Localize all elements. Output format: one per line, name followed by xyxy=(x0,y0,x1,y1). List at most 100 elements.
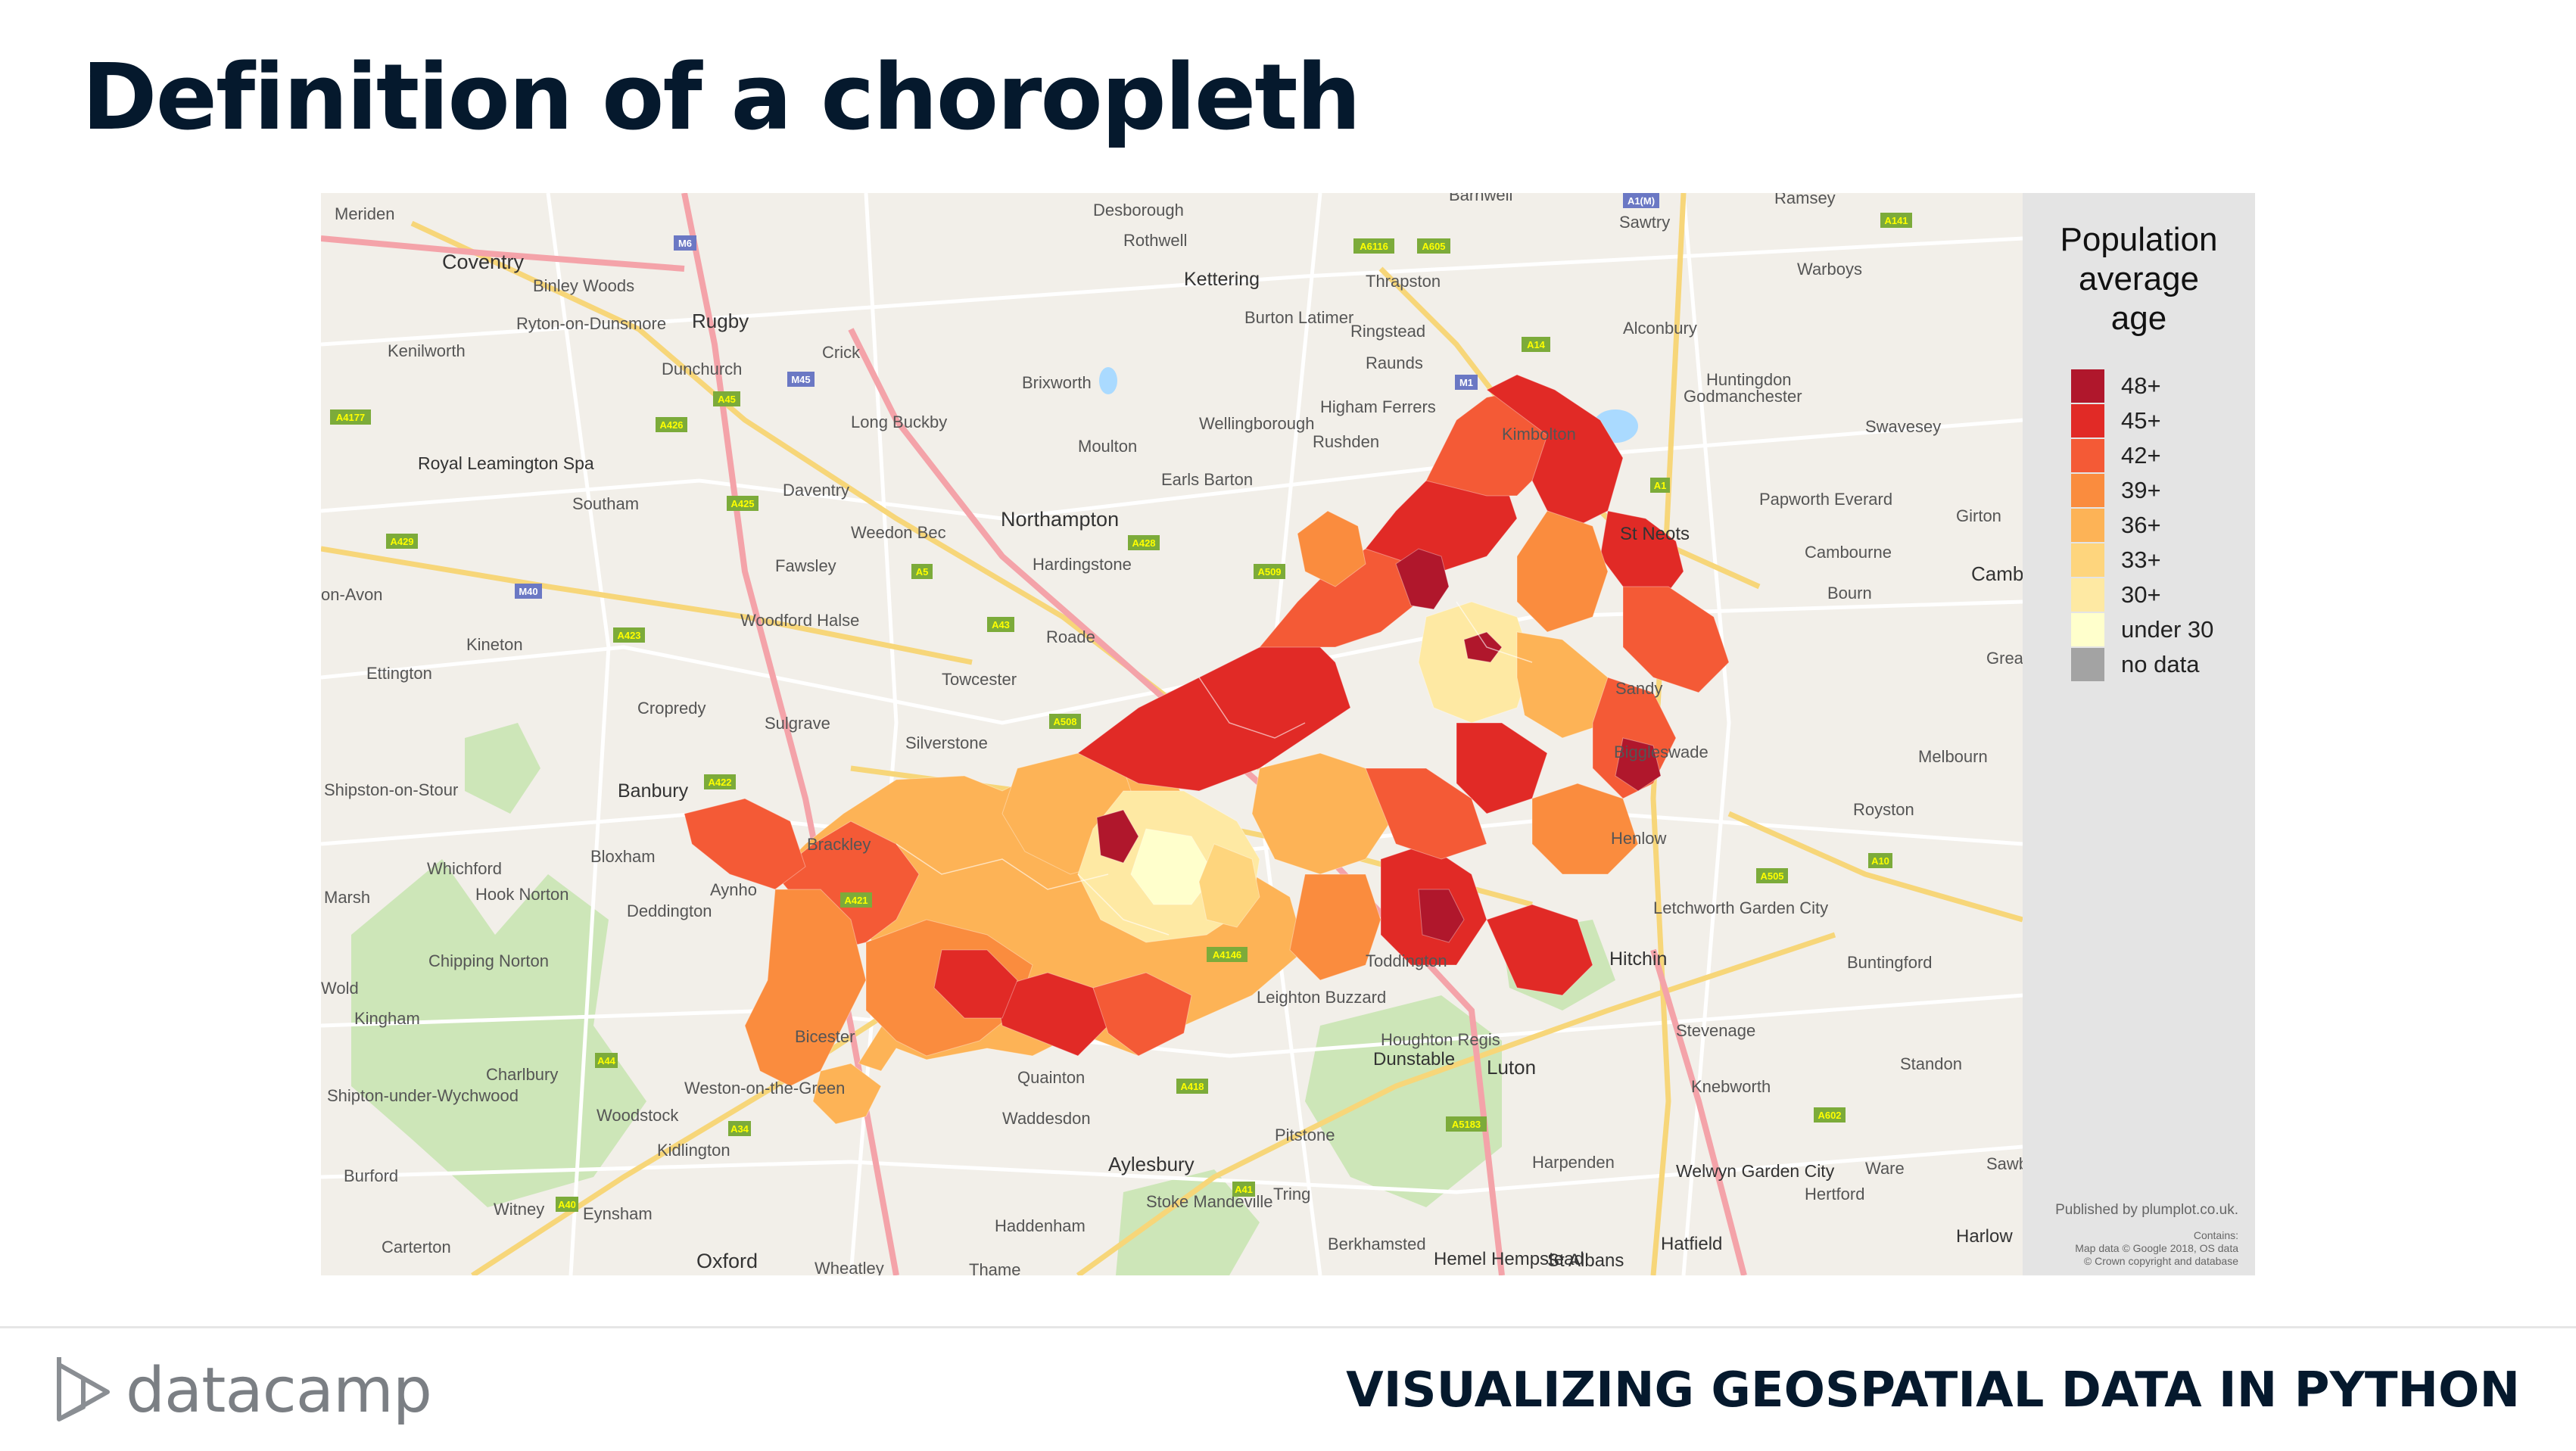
road-shield: A6116 xyxy=(1353,238,1394,254)
place-label: Thrapston xyxy=(1366,272,1441,291)
place-label: Kimbolton xyxy=(1502,425,1576,444)
road-shield: A10 xyxy=(1868,853,1892,868)
road-shield: A40 xyxy=(556,1197,578,1212)
place-label: Shipston-on-Stour xyxy=(324,780,458,799)
road-shield: A429 xyxy=(386,534,418,549)
legend-item-45: 45+ xyxy=(2071,403,2213,438)
legend-swatch xyxy=(2071,439,2104,472)
road-shield: A1(M) xyxy=(1623,193,1659,208)
place-label: Stevenage xyxy=(1676,1021,1755,1040)
place-label: Hardingstone xyxy=(1033,555,1132,574)
place-label: Berkhamsted xyxy=(1328,1235,1426,1253)
road-shield: A418 xyxy=(1176,1079,1208,1094)
place-label: Hatfield xyxy=(1661,1234,1722,1254)
place-label: Royston xyxy=(1853,800,1914,819)
legend-item-36: 36+ xyxy=(2071,508,2213,543)
place-label: Ware xyxy=(1865,1159,1905,1178)
svg-text:M45: M45 xyxy=(791,374,810,385)
place-label: Marsh xyxy=(324,888,370,907)
svg-text:A41: A41 xyxy=(1235,1184,1253,1195)
place-label: Bloxham xyxy=(590,847,656,866)
place-label: Aynho xyxy=(710,880,757,899)
svg-text:M6: M6 xyxy=(678,238,692,249)
datacamp-logo-icon xyxy=(57,1357,110,1421)
place-label: Welwyn Garden City xyxy=(1676,1161,1835,1181)
published-credit[interactable]: Published by plumplot.co.uk. xyxy=(2055,1202,2238,1219)
road-shield: A426 xyxy=(656,417,687,432)
place-label: Coventry xyxy=(442,251,525,273)
road-shield: M6 xyxy=(674,235,696,251)
place-label: Tring xyxy=(1273,1185,1310,1203)
svg-text:A43: A43 xyxy=(992,619,1010,631)
place-label: Dunstable xyxy=(1373,1049,1455,1070)
place-label: Hertford xyxy=(1805,1185,1864,1203)
road-shield: A41 xyxy=(1232,1182,1255,1197)
place-label: Sawtry xyxy=(1619,213,1670,232)
svg-text:A505: A505 xyxy=(1760,870,1783,882)
legend-label: 36+ xyxy=(2121,512,2161,538)
legend-swatch xyxy=(2071,578,2104,612)
place-label: Woodstock xyxy=(596,1106,679,1125)
road-shield: A1 xyxy=(1650,478,1670,493)
place-label: Burford xyxy=(344,1166,398,1185)
place-label: Thame xyxy=(969,1260,1020,1275)
place-label: Crick xyxy=(822,343,861,362)
place-label: Hemel Hempstead xyxy=(1434,1249,1584,1269)
road-shield: A421 xyxy=(840,892,872,908)
place-label: Brackley xyxy=(807,835,871,854)
footer-divider xyxy=(0,1326,2576,1328)
place-label: Moulton xyxy=(1078,437,1137,456)
contains-credit: Contains: xyxy=(2193,1229,2238,1241)
place-label: Southam xyxy=(572,494,639,513)
road-shield: A45 xyxy=(713,391,740,406)
svg-text:A423: A423 xyxy=(617,630,640,641)
choropleth-map: Meriden Coventry Binley Woods Ryton-on-D… xyxy=(321,193,2023,1275)
choropleth-figure: Meriden Coventry Binley Woods Ryton-on-D… xyxy=(321,193,2255,1275)
legend-item-48: 48+ xyxy=(2071,369,2213,403)
legend-swatch xyxy=(2071,613,2104,646)
place-label: Quainton xyxy=(1017,1068,1085,1087)
place-label: Wheatley xyxy=(815,1259,884,1275)
place-label: Dunchurch xyxy=(662,360,742,378)
place-label: Ryton-on-Dunsmore xyxy=(516,314,666,333)
place-label: Rothwell xyxy=(1123,231,1187,250)
road-shield: A428 xyxy=(1128,535,1160,550)
svg-text:M1: M1 xyxy=(1459,377,1473,388)
place-label: Aylesbury xyxy=(1108,1153,1195,1175)
road-shield: A422 xyxy=(704,774,736,789)
place-label: Ringstead xyxy=(1350,322,1425,341)
place-label: Knebworth xyxy=(1691,1077,1771,1096)
road-shield: A605 xyxy=(1417,238,1450,254)
copyright-credit: © Crown copyright and database xyxy=(2083,1255,2238,1267)
place-label: Roade xyxy=(1046,627,1095,646)
road-shield: A4146 xyxy=(1207,947,1248,962)
svg-text:A14: A14 xyxy=(1527,339,1546,350)
place-label: Sulgrave xyxy=(765,714,830,733)
datacamp-brand[interactable]: datacamp xyxy=(53,1349,432,1432)
legend-label: 48+ xyxy=(2121,372,2161,399)
slide-title: Definition of a choropleth xyxy=(82,45,1361,151)
road-shield: A602 xyxy=(1814,1107,1846,1123)
place-label: Rugby xyxy=(692,310,749,332)
place-label: Cropredy xyxy=(637,699,706,718)
legend-item-39: 39+ xyxy=(2071,473,2213,508)
legend-swatch xyxy=(2071,369,2104,403)
svg-text:A5183: A5183 xyxy=(1452,1119,1481,1130)
place-label: Kettering xyxy=(1184,269,1260,290)
svg-text:A429: A429 xyxy=(390,536,413,547)
pitsford-water xyxy=(1099,367,1117,394)
place-label: Witney xyxy=(494,1200,544,1219)
place-label: Long Buckby xyxy=(851,413,947,431)
place-label: Daventry xyxy=(783,481,849,500)
svg-text:A428: A428 xyxy=(1132,537,1155,549)
road-shield: A44 xyxy=(595,1053,618,1068)
svg-text:A602: A602 xyxy=(1818,1110,1841,1121)
place-label: Oxford xyxy=(696,1250,758,1272)
svg-text:A10: A10 xyxy=(1871,855,1889,867)
svg-text:A4177: A4177 xyxy=(336,412,365,423)
road-shield: M45 xyxy=(787,372,815,387)
place-label: Cambourne xyxy=(1805,543,1892,562)
road-shield: A4177 xyxy=(330,409,371,425)
place-label: Wellingborough xyxy=(1199,414,1314,433)
svg-text:A1: A1 xyxy=(1654,480,1667,491)
